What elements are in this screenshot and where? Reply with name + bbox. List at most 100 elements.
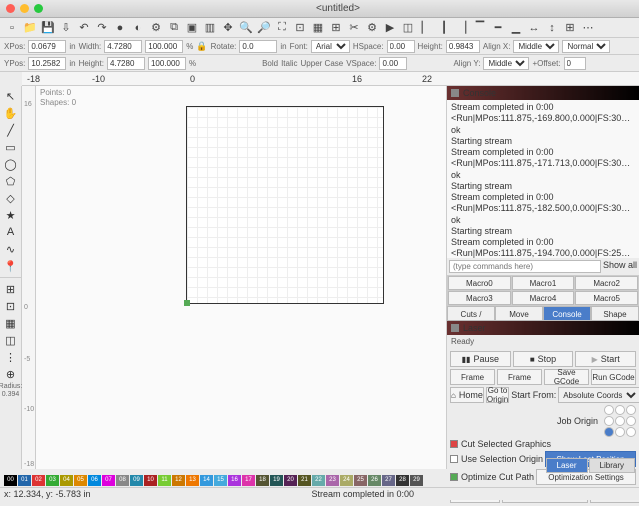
layer-color-00[interactable]: 00 — [4, 475, 17, 486]
star-tool[interactable]: ★ — [2, 207, 20, 223]
ypos-input[interactable] — [28, 57, 66, 70]
preview-icon[interactable]: ▶ — [382, 20, 398, 36]
layer-color-04[interactable]: 04 — [60, 475, 73, 486]
vspace-input[interactable] — [379, 57, 407, 70]
layer-color-11[interactable]: 11 — [158, 475, 171, 486]
open-file-icon[interactable]: 📁 — [22, 20, 38, 36]
layer-color-02[interactable]: 02 — [32, 475, 45, 486]
align-c-icon[interactable]: ┃ — [436, 20, 452, 36]
align-l-icon[interactable]: ▏ — [418, 20, 434, 36]
aux-tool-5[interactable]: ⊕ — [2, 366, 20, 382]
crop-icon[interactable]: ⊞ — [328, 20, 344, 36]
layer-color-20[interactable]: 20 — [284, 475, 297, 486]
use-selection-check[interactable]: Use Selection Origin — [450, 454, 543, 464]
italic-toggle[interactable]: Italic — [281, 59, 297, 68]
zoom-sel-icon[interactable]: ⊡ — [292, 20, 308, 36]
hspace-input[interactable] — [387, 40, 415, 53]
alignx-select[interactable]: Middle — [513, 40, 559, 53]
width-pct[interactable] — [145, 40, 183, 53]
layer-color-01[interactable]: 01 — [18, 475, 31, 486]
run-gcode-button[interactable]: Run GCode — [591, 369, 636, 385]
hand-tool[interactable]: ✋ — [2, 105, 20, 121]
layer-color-29[interactable]: 29 — [410, 475, 423, 486]
layer-color-05[interactable]: 05 — [74, 475, 87, 486]
rotate-input[interactable] — [239, 40, 277, 53]
macro-1-button[interactable]: Macro1 — [512, 276, 575, 290]
aux-tool-4[interactable]: ⋮ — [2, 349, 20, 365]
aux-tool-0[interactable]: ⊞ — [2, 281, 20, 297]
layer-color-24[interactable]: 24 — [340, 475, 353, 486]
uppercase-toggle[interactable]: Upper Case — [301, 59, 344, 68]
save-gcode-button[interactable]: Save GCode — [544, 369, 589, 385]
layer-color-16[interactable]: 16 — [228, 475, 241, 486]
dist-v-icon[interactable]: ↕ — [544, 20, 560, 36]
layer-color-10[interactable]: 10 — [144, 475, 157, 486]
font-select[interactable]: Arial — [311, 40, 350, 53]
align-r-icon[interactable]: ▕ — [454, 20, 470, 36]
new-file-icon[interactable]: ▫ — [4, 20, 20, 36]
ellipse-tool[interactable]: ◯ — [2, 156, 20, 172]
goto-origin-button[interactable]: Go to Origin — [486, 387, 509, 403]
layer-color-12[interactable]: 12 — [172, 475, 185, 486]
aligny-select[interactable]: Middle — [483, 57, 529, 70]
node-tool[interactable]: ◇ — [2, 190, 20, 206]
macro-4-button[interactable]: Macro4 — [512, 291, 575, 305]
group-icon[interactable]: ▣ — [184, 20, 200, 36]
showall-label[interactable]: Show all — [603, 260, 637, 273]
start-button[interactable]: ▶ Start — [575, 351, 636, 367]
console-input[interactable] — [449, 260, 601, 273]
move-icon[interactable]: ✥ — [220, 20, 236, 36]
macro-0-button[interactable]: Macro0 — [448, 276, 511, 290]
layer-color-18[interactable]: 18 — [256, 475, 269, 486]
line-tool[interactable]: ╱ — [2, 122, 20, 138]
stop-button[interactable]: ■ Stop — [513, 351, 574, 367]
minimize-window[interactable] — [20, 4, 29, 13]
align-t-icon[interactable]: ▔ — [472, 20, 488, 36]
misc-icon[interactable]: ⋯ — [580, 20, 596, 36]
job-origin-grid[interactable] — [604, 405, 636, 437]
layer-color-03[interactable]: 03 — [46, 475, 59, 486]
globe-icon[interactable]: ● — [112, 20, 128, 36]
height-text-input[interactable] — [446, 40, 480, 53]
layer-color-22[interactable]: 22 — [312, 475, 325, 486]
layer-color-28[interactable]: 28 — [396, 475, 409, 486]
settings2-icon[interactable]: ✂ — [346, 20, 362, 36]
layer-color-27[interactable]: 27 — [382, 475, 395, 486]
frame-circ-button[interactable]: Frame — [497, 369, 542, 385]
gear-icon[interactable]: ⚙ — [364, 20, 380, 36]
macro-2-button[interactable]: Macro2 — [575, 276, 638, 290]
layer-color-06[interactable]: 06 — [88, 475, 101, 486]
zoom-in-icon[interactable]: 🔍 — [238, 20, 254, 36]
layer-color-15[interactable]: 15 — [214, 475, 227, 486]
pointer-tool[interactable]: ↖ — [2, 88, 20, 104]
home-button[interactable]: ⌂ Home — [450, 387, 484, 403]
width-input[interactable] — [104, 40, 142, 53]
macro-5-button[interactable]: Macro5 — [575, 291, 638, 305]
optimize-cut-check[interactable]: Optimize Cut Path — [450, 472, 534, 482]
tab-move[interactable]: Move — [495, 306, 543, 321]
path-tool[interactable]: ∿ — [2, 241, 20, 257]
xpos-input[interactable] — [28, 40, 66, 53]
save-file-icon[interactable]: 💾 — [40, 20, 56, 36]
layer-color-07[interactable]: 07 — [102, 475, 115, 486]
startfrom-select[interactable]: Absolute Coords — [558, 387, 639, 403]
arrange-icon[interactable]: ◫ — [400, 20, 416, 36]
height-input[interactable] — [107, 57, 145, 70]
ungroup-icon[interactable]: ▥ — [202, 20, 218, 36]
lock-icon[interactable]: 🔒 — [196, 41, 207, 52]
layer-color-26[interactable]: 26 — [368, 475, 381, 486]
aux-tool-3[interactable]: ◫ — [2, 332, 20, 348]
bounds-icon[interactable]: ▦ — [310, 20, 326, 36]
redo-icon[interactable]: ↷ — [94, 20, 110, 36]
offset-input[interactable] — [564, 57, 586, 70]
macro-3-button[interactable]: Macro3 — [448, 291, 511, 305]
layer-colors[interactable]: 0001020304050607080910111213141516171819… — [0, 474, 439, 487]
work-area[interactable] — [186, 106, 384, 304]
layer-color-08[interactable]: 08 — [116, 475, 129, 486]
settings-icon[interactable]: ⚙ — [148, 20, 164, 36]
zoom-fit-icon[interactable]: ⛶ — [274, 20, 290, 36]
import-icon[interactable]: ⇩ — [58, 20, 74, 36]
tab-console[interactable]: Console — [543, 306, 591, 321]
layer-color-21[interactable]: 21 — [298, 475, 311, 486]
align-b-icon[interactable]: ▁ — [508, 20, 524, 36]
